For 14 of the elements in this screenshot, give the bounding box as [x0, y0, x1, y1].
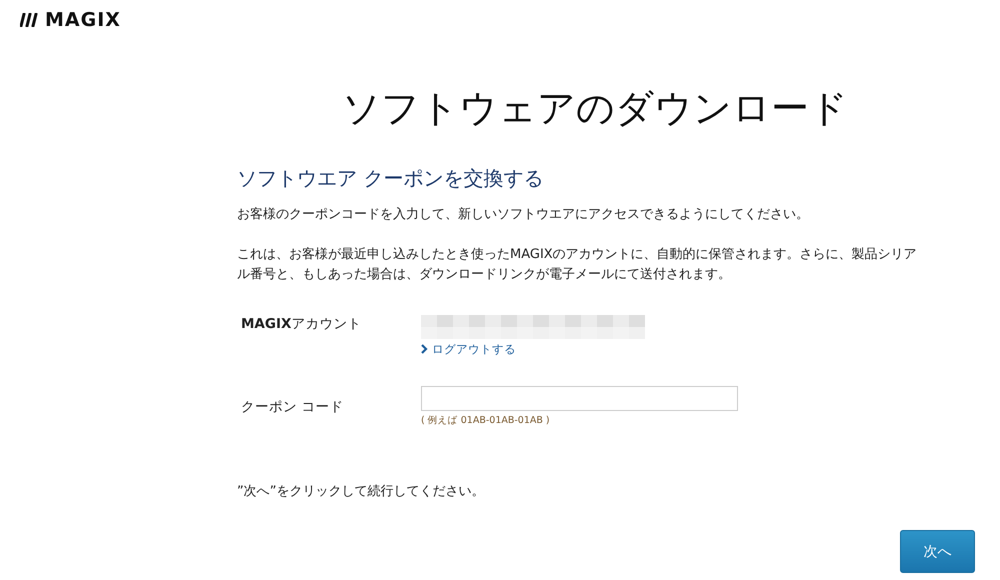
- page-title: ソフトウェアのダウンロード: [341, 86, 849, 130]
- logout-link[interactable]: ログアウトする: [421, 342, 516, 356]
- next-button[interactable]: 次へ: [900, 530, 975, 573]
- coupon-code-field[interactable]: [421, 386, 738, 411]
- logo-icon: [20, 13, 39, 27]
- chevron-right-icon: [421, 344, 428, 354]
- logo: MAGIX: [45, 9, 121, 31]
- section-title: ソフトウエア クーポンを交換する: [237, 165, 544, 192]
- paragraph: これは、お客様が最近申し込みしたとき使ったMAGIXのアカウントに、自動的に保管されます。さらに、製品シリアル番号と、もしあった場合は、ダウンロードリンクが電子メールにて送付されます。: [237, 246, 917, 284]
- paragraph: お客様のクーポンコードを入力して、新しいソフトウエアにアクセスできるようにしてください。: [237, 206, 810, 224]
- field-label: クーポン コード: [240, 398, 344, 416]
- instruction-text: ”次へ”をクリックして続行してください。: [237, 483, 486, 501]
- hint-text: ( 例えば 01AB-01AB-01AB ): [421, 414, 551, 427]
- field-label: MAGIXアカウント: [240, 315, 362, 334]
